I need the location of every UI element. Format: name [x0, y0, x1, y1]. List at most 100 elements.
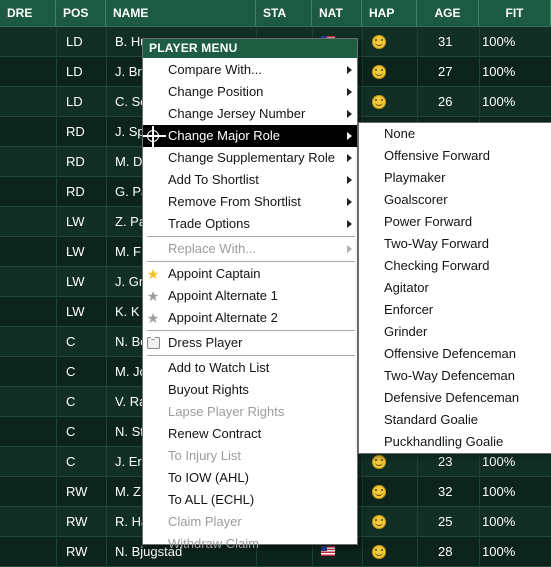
- player-name-cell[interactable]: J. Sp: [115, 117, 145, 147]
- player-name-cell[interactable]: M. Z: [115, 477, 141, 507]
- role-option-agitator[interactable]: Agitator: [359, 277, 551, 299]
- column-divider: [362, 57, 363, 87]
- player-name-cell[interactable]: M. D: [115, 147, 142, 177]
- menu-item-add-to-watch-list[interactable]: Add to Watch List: [143, 357, 357, 379]
- role-option-offensive-forward[interactable]: Offensive Forward: [359, 145, 551, 167]
- column-divider: [56, 27, 57, 57]
- column-divider: [362, 27, 363, 57]
- column-divider: [417, 27, 418, 57]
- menu-item-change-supplementary-role[interactable]: Change Supplementary Role: [143, 147, 357, 169]
- menu-item-appoint-captain[interactable]: Appoint Captain ★: [143, 263, 357, 285]
- column-divider: [106, 207, 107, 237]
- column-header-nat[interactable]: NAT: [312, 0, 362, 26]
- menu-item-dress-player[interactable]: Dress Player: [143, 332, 357, 354]
- menu-item-appoint-alternate-2[interactable]: Appoint Alternate 2 ★: [143, 307, 357, 329]
- role-option-playmaker[interactable]: Playmaker: [359, 167, 551, 189]
- position-cell: C: [66, 454, 76, 469]
- menu-item-to-all-echl[interactable]: To ALL (ECHL): [143, 489, 357, 511]
- menu-item-remove-from-shortlist[interactable]: Remove From Shortlist: [143, 191, 357, 213]
- submenu-arrow-icon: [347, 66, 352, 74]
- column-divider: [362, 87, 363, 117]
- gold-star-icon: ★: [146, 266, 160, 282]
- menu-item-renew-contract[interactable]: Renew Contract: [143, 423, 357, 445]
- menu-item-label: Compare With...: [168, 62, 262, 77]
- menu-item-change-major-role[interactable]: Change Major Role: [143, 125, 357, 149]
- column-divider: [479, 87, 480, 117]
- submenu-arrow-icon: [347, 88, 352, 96]
- player-name-cell[interactable]: J. Gr: [115, 267, 143, 297]
- player-name-cell[interactable]: N. St: [115, 417, 144, 447]
- menu-item-trade-options[interactable]: Trade Options: [143, 213, 357, 235]
- menu-item-lapse-player-rights: Lapse Player Rights: [143, 401, 357, 423]
- position-cell: LW: [66, 214, 85, 229]
- menu-item-buyout-rights[interactable]: Buyout Rights: [143, 379, 357, 401]
- gray-star-icon: ★: [146, 310, 160, 326]
- column-divider: [106, 327, 107, 357]
- role-option-enforcer[interactable]: Enforcer: [359, 299, 551, 321]
- role-option-checking-forward[interactable]: Checking Forward: [359, 255, 551, 277]
- player-name-cell[interactable]: J. Eri: [115, 447, 145, 477]
- jersey-icon: [147, 337, 160, 349]
- position-cell: RD: [66, 124, 85, 139]
- age-cell: 32: [438, 484, 453, 499]
- column-header-age[interactable]: AGE: [417, 0, 479, 26]
- column-header-fit[interactable]: FIT: [479, 0, 551, 26]
- column-divider: [362, 537, 363, 567]
- menu-item-label: Add To Shortlist: [168, 172, 259, 187]
- column-divider: [56, 297, 57, 327]
- column-divider: [417, 537, 418, 567]
- column-divider: [479, 477, 480, 507]
- happy-face-icon: [372, 545, 386, 559]
- column-divider: [56, 177, 57, 207]
- column-divider: [106, 177, 107, 207]
- menu-item-add-to-shortlist[interactable]: Add To Shortlist: [143, 169, 357, 191]
- column-header-sta[interactable]: STA: [256, 0, 312, 26]
- menu-item-claim-player: Claim Player: [143, 511, 357, 533]
- column-divider: [106, 477, 107, 507]
- role-option-power-forward[interactable]: Power Forward: [359, 211, 551, 233]
- role-option-defensive-defenceman[interactable]: Defensive Defenceman: [359, 387, 551, 409]
- position-cell: C: [66, 334, 76, 349]
- role-option-puckhandling-goalie[interactable]: Puckhandling Goalie: [359, 431, 551, 453]
- menu-item-to-iow-ahl[interactable]: To IOW (AHL): [143, 467, 357, 489]
- menu-item-change-position[interactable]: Change Position: [143, 81, 357, 103]
- role-option-standard-goalie[interactable]: Standard Goalie: [359, 409, 551, 431]
- happy-face-icon: [372, 35, 386, 49]
- menu-item-appoint-alternate-1[interactable]: Appoint Alternate 1 ★: [143, 285, 357, 307]
- column-divider: [56, 447, 57, 477]
- column-header-pos[interactable]: POS: [56, 0, 106, 26]
- role-option-grinder[interactable]: Grinder: [359, 321, 551, 343]
- column-divider: [56, 237, 57, 267]
- role-option-two-way-defenceman[interactable]: Two-Way Defenceman: [359, 365, 551, 387]
- happy-face-icon: [372, 485, 386, 499]
- column-divider: [56, 537, 57, 567]
- menu-item-label: Renew Contract: [168, 426, 262, 441]
- menu-item-compare-with[interactable]: Compare With...: [143, 59, 357, 81]
- player-name-cell[interactable]: K. K: [115, 297, 140, 327]
- role-option-none[interactable]: None: [359, 123, 551, 145]
- happy-face-icon: [372, 515, 386, 529]
- fitness-cell: 100%: [482, 94, 516, 109]
- column-header-hap[interactable]: HAP: [362, 0, 417, 26]
- menu-item-label: Lapse Player Rights: [168, 404, 285, 419]
- happy-face-icon: [372, 455, 386, 469]
- role-option-two-way-forward[interactable]: Two-Way Forward: [359, 233, 551, 255]
- menu-item-change-jersey-number[interactable]: Change Jersey Number: [143, 103, 357, 125]
- column-divider: [56, 207, 57, 237]
- column-divider: [417, 507, 418, 537]
- role-option-offensive-defenceman[interactable]: Offensive Defenceman: [359, 343, 551, 365]
- age-cell: 27: [438, 64, 453, 79]
- menu-item-label: Appoint Alternate 2: [168, 310, 278, 325]
- column-header-name[interactable]: NAME: [106, 0, 256, 26]
- role-option-goalscorer[interactable]: Goalscorer: [359, 189, 551, 211]
- table-header: DRE POS NAME STA NAT HAP AGE FIT: [0, 0, 551, 27]
- menu-item-label: Add to Watch List: [168, 360, 270, 375]
- column-divider: [56, 357, 57, 387]
- fitness-cell: 100%: [482, 544, 516, 559]
- column-divider: [362, 477, 363, 507]
- column-header-dre[interactable]: DRE: [0, 0, 56, 26]
- position-cell: LW: [66, 304, 85, 319]
- menu-item-label: Appoint Captain: [168, 266, 261, 281]
- menu-separator: [147, 261, 355, 262]
- player-name-cell[interactable]: M. F: [115, 237, 141, 267]
